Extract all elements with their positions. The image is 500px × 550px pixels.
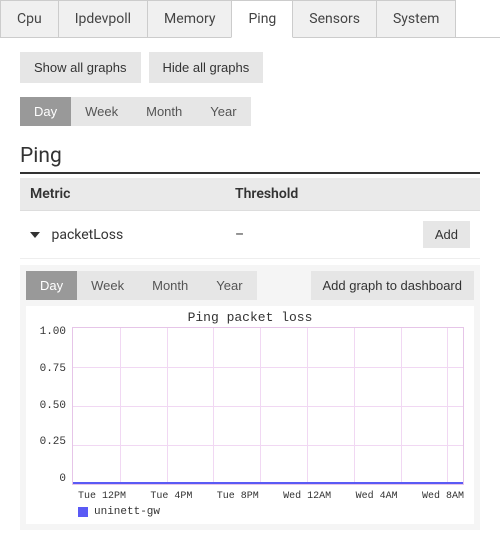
- ytick: 0.75: [32, 364, 66, 375]
- range-outer-week[interactable]: Week: [71, 97, 132, 126]
- metric-name: packetLoss: [51, 227, 123, 243]
- x-axis: Tue 12PM Tue 4PM Tue 8PM Wed 12AM Wed 4A…: [78, 491, 464, 502]
- xtick: Tue 4PM: [150, 491, 192, 502]
- threshold-value: –: [235, 227, 410, 243]
- graph-panel: Day Week Month Year Add graph to dashboa…: [20, 265, 480, 530]
- chart-title: Ping packet loss: [28, 310, 472, 325]
- ytick: 0: [32, 474, 66, 485]
- ytick: 1.00: [32, 327, 66, 338]
- hide-all-button[interactable]: Hide all graphs: [149, 52, 264, 83]
- col-head-metric: Metric: [30, 186, 235, 202]
- tab-content: Show all graphs Hide all graphs Day Week…: [0, 38, 500, 550]
- ytick: 0.25: [32, 437, 66, 448]
- metric-toggle[interactable]: packetLoss: [30, 227, 235, 243]
- tab-system[interactable]: System: [376, 0, 456, 37]
- chevron-down-icon: [30, 232, 40, 238]
- tab-ipdevpoll[interactable]: Ipdevpoll: [58, 0, 148, 37]
- range-outer-month[interactable]: Month: [132, 97, 196, 126]
- legend-swatch: [78, 507, 88, 517]
- section-title: Ping: [20, 144, 480, 174]
- table-row: packetLoss – Add: [20, 211, 480, 259]
- range-inner-month[interactable]: Month: [138, 271, 202, 300]
- tab-bar: Cpu Ipdevpoll Memory Ping Sensors System: [0, 0, 500, 38]
- showhide-controls: Show all graphs Hide all graphs: [20, 52, 480, 83]
- chart: Ping packet loss 1.00 0.75 0.50 0.25 0: [26, 306, 474, 524]
- y-axis: 1.00 0.75 0.50 0.25 0: [28, 327, 72, 485]
- xtick: Wed 12AM: [283, 491, 331, 502]
- range-inner-day[interactable]: Day: [26, 271, 77, 300]
- show-all-button[interactable]: Show all graphs: [20, 52, 141, 83]
- add-threshold-button[interactable]: Add: [423, 221, 470, 248]
- tab-ping[interactable]: Ping: [231, 0, 293, 38]
- range-inner-year[interactable]: Year: [202, 271, 256, 300]
- ytick: 0.50: [32, 401, 66, 412]
- col-head-threshold: Threshold: [235, 186, 410, 202]
- range-inner: Day Week Month Year: [26, 271, 257, 300]
- add-dashboard-button[interactable]: Add graph to dashboard: [311, 271, 475, 300]
- range-outer-year[interactable]: Year: [196, 97, 250, 126]
- chart-legend: uninett-gw: [78, 506, 472, 518]
- legend-label: uninett-gw: [94, 506, 160, 518]
- series-line: [73, 482, 463, 484]
- tab-memory[interactable]: Memory: [147, 0, 232, 37]
- xtick: Wed 4AM: [356, 491, 398, 502]
- range-inner-week[interactable]: Week: [77, 271, 138, 300]
- range-outer: Day Week Month Year: [20, 97, 251, 126]
- tab-cpu[interactable]: Cpu: [0, 0, 59, 37]
- table-header: Metric Threshold: [20, 178, 480, 211]
- xtick: Tue 8PM: [217, 491, 259, 502]
- xtick: Wed 8AM: [422, 491, 464, 502]
- plot-area: [72, 327, 464, 485]
- xtick: Tue 12PM: [78, 491, 126, 502]
- range-outer-day[interactable]: Day: [20, 97, 71, 126]
- tab-sensors[interactable]: Sensors: [292, 0, 377, 37]
